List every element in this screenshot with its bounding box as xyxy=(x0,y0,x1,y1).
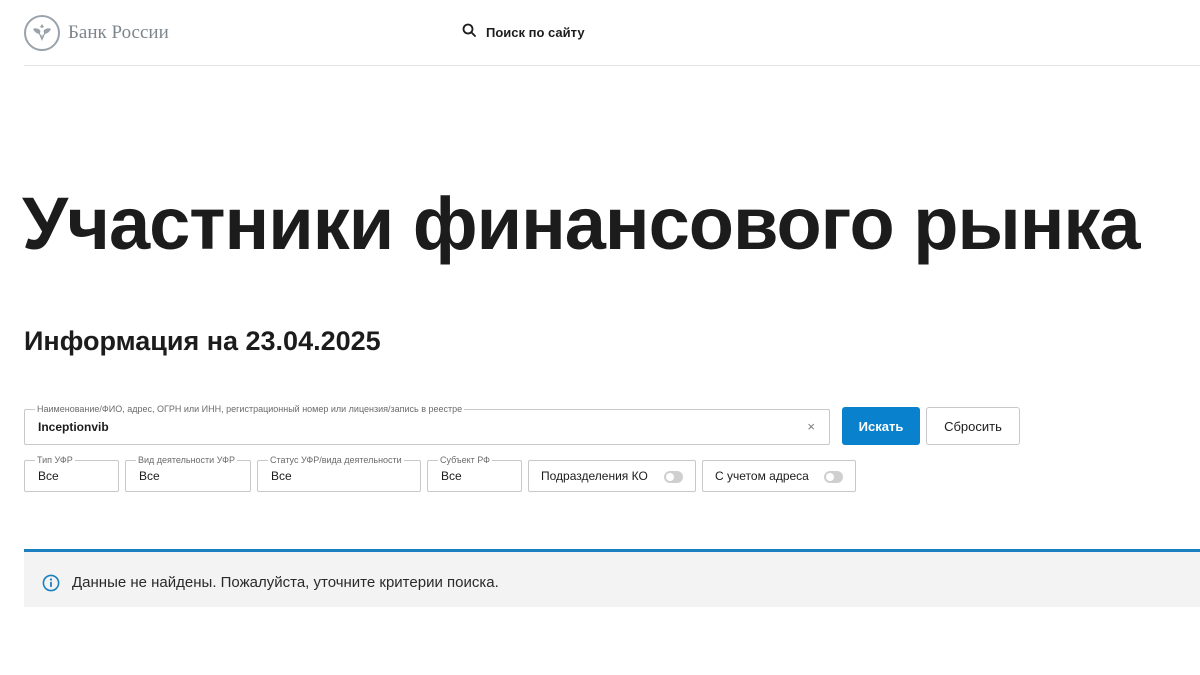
toggle-label: Подразделения КО xyxy=(541,469,648,483)
eagle-emblem-icon xyxy=(24,15,60,51)
search-button[interactable]: Искать xyxy=(842,407,920,445)
site-search-link[interactable]: Поиск по сайту xyxy=(462,23,585,42)
filter-label: Статус УФР/вида деятельности xyxy=(268,455,404,465)
no-results-alert: Данные не найдены. Пожалуйста, уточните … xyxy=(24,549,1200,607)
filter-status[interactable]: Статус УФР/вида деятельности Все xyxy=(257,455,421,492)
filter-ufr-type[interactable]: Тип УФР Все xyxy=(24,455,119,492)
alert-message: Данные не найдены. Пожалуйста, уточните … xyxy=(72,574,499,591)
filter-label: Вид деятельности УФР xyxy=(136,455,237,465)
filter-activity-type[interactable]: Вид деятельности УФР Все xyxy=(125,455,251,492)
logo-text: Банк России xyxy=(68,22,169,43)
reset-button[interactable]: Сбросить xyxy=(926,407,1020,445)
clear-icon[interactable]: × xyxy=(807,419,815,434)
filter-value: Все xyxy=(139,469,160,483)
toggle-label: С учетом адреса xyxy=(715,469,809,483)
search-icon xyxy=(462,23,476,42)
filter-label: Субъект РФ xyxy=(438,455,492,465)
info-date-heading: Информация на 23.04.2025 xyxy=(24,326,381,356)
search-input[interactable]: Наименование/ФИО, адрес, ОГРН или ИНН, р… xyxy=(24,404,830,445)
toggle-with-address[interactable]: С учетом адреса xyxy=(702,460,856,492)
search-input-value: Inceptionvib xyxy=(38,420,109,434)
filter-region[interactable]: Субъект РФ Все xyxy=(427,455,522,492)
filter-label: Тип УФР xyxy=(35,455,75,465)
site-header: Банк России Поиск по сайту xyxy=(24,0,1200,66)
bank-logo[interactable]: Банк России xyxy=(24,15,169,51)
toggle-switch[interactable] xyxy=(824,471,843,483)
toggle-switch[interactable] xyxy=(664,471,683,483)
page-title: Участники финансового рынка xyxy=(22,182,1141,265)
info-icon xyxy=(42,574,60,592)
filter-value: Все xyxy=(38,469,59,483)
search-field-label: Наименование/ФИО, адрес, ОГРН или ИНН, р… xyxy=(35,404,465,414)
toggle-credit-org-divisions[interactable]: Подразделения КО xyxy=(528,460,696,492)
filter-value: Все xyxy=(441,469,462,483)
filter-value: Все xyxy=(271,469,292,483)
site-search-label: Поиск по сайту xyxy=(486,25,585,40)
